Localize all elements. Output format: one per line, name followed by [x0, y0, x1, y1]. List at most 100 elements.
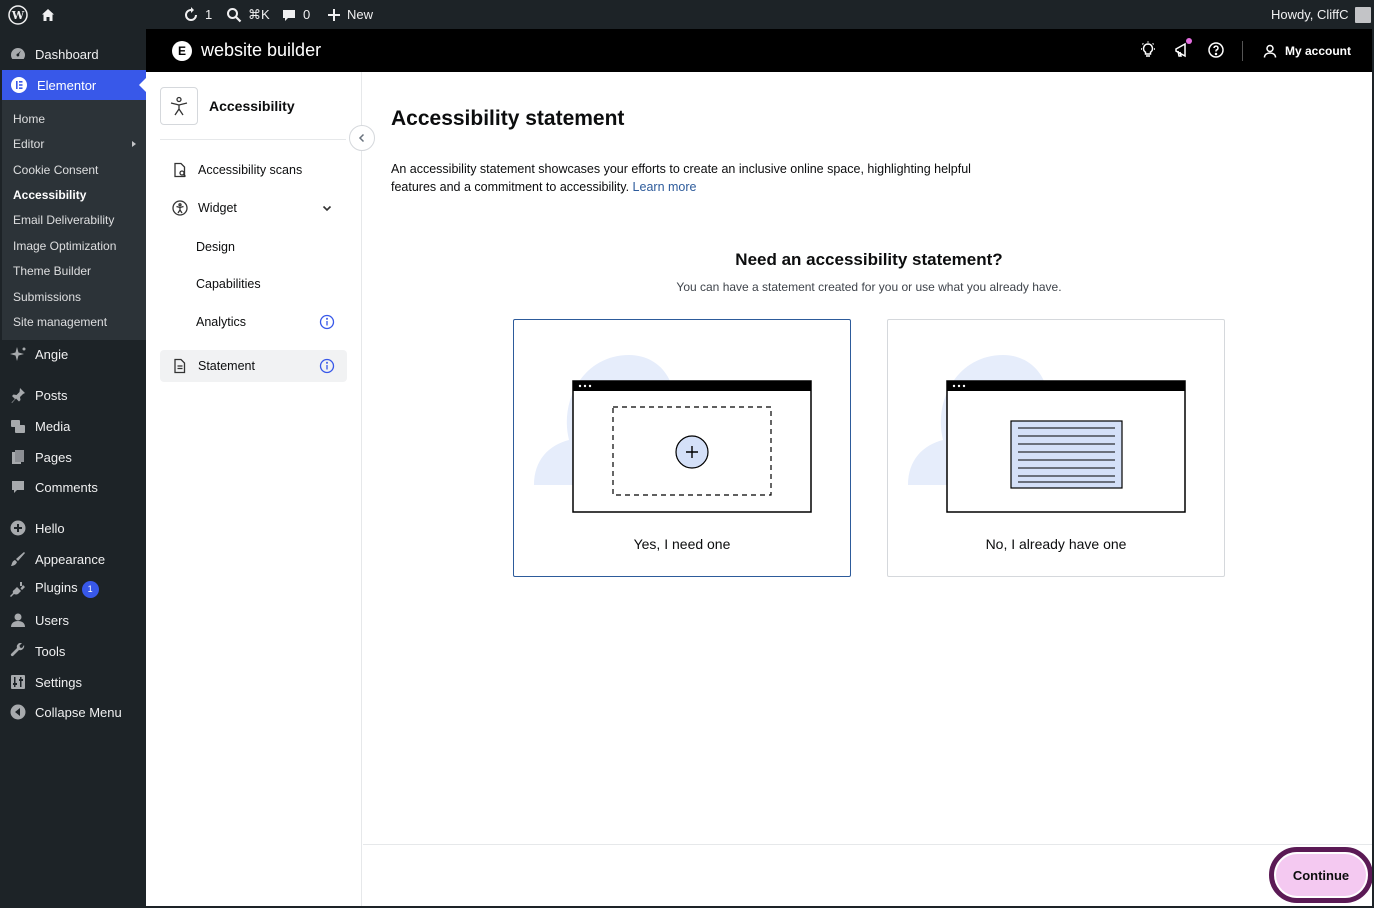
- menu-settings[interactable]: Settings: [2, 667, 146, 697]
- nav-label: Design: [196, 240, 235, 254]
- existing-statement-illustration: [888, 355, 1186, 513]
- menu-label: Hello: [35, 520, 65, 536]
- menu-appearance[interactable]: Appearance: [2, 544, 146, 574]
- user-icon: [11, 613, 25, 627]
- menu-posts[interactable]: Posts: [2, 380, 146, 410]
- plugin-icon: [10, 582, 25, 597]
- collapse-arrow-icon: [10, 704, 26, 720]
- plugins-label: Plugins: [35, 580, 78, 596]
- lightbulb-icon[interactable]: [1139, 41, 1157, 59]
- comment-icon: [12, 481, 24, 493]
- user-icon: [1263, 44, 1277, 58]
- avatar: [1354, 6, 1371, 23]
- menu-label: Collapse Menu: [35, 704, 122, 720]
- menu-label: Angie: [35, 346, 69, 362]
- account-greeting[interactable]: Howdy, CliffC: [1271, 0, 1371, 29]
- question-heading: Need an accessibility statement?: [735, 250, 1003, 269]
- greeting-text: Howdy, CliffC: [1271, 7, 1349, 22]
- menu-label: Users: [35, 612, 69, 628]
- nav-capabilities[interactable]: Capabilities: [160, 268, 347, 300]
- new-item[interactable]: New: [327, 0, 373, 29]
- collapse-panel-button[interactable]: [349, 125, 375, 151]
- nav-analytics[interactable]: Analytics: [160, 306, 347, 338]
- plus-circle-icon: [10, 520, 26, 536]
- my-account-button[interactable]: My account: [1263, 29, 1351, 72]
- info-icon[interactable]: [319, 358, 335, 377]
- nav-label: Analytics: [196, 315, 247, 329]
- menu-pages[interactable]: Pages: [2, 442, 146, 472]
- submenu-theme-builder[interactable]: Theme Builder: [13, 264, 91, 278]
- my-account-label: My account: [1285, 43, 1352, 58]
- accessibility-icon: [172, 200, 188, 216]
- menu-dashboard[interactable]: Dashboard: [2, 39, 146, 69]
- option-no-label: No, I already have one: [985, 536, 1127, 552]
- menu-angie[interactable]: Angie: [2, 339, 146, 369]
- nav-statement[interactable]: Statement: [160, 350, 347, 382]
- search-item[interactable]: ⌘K: [226, 0, 270, 29]
- topbar-divider: [1242, 41, 1243, 61]
- menu-hello[interactable]: Hello: [2, 513, 146, 543]
- info-icon[interactable]: [319, 314, 335, 333]
- menu-label: Elementor: [37, 77, 97, 93]
- pages-icon: [12, 450, 24, 464]
- submenu-email-deliverability[interactable]: Email Deliverability: [13, 213, 114, 227]
- accessibility-panel: Accessibility Accessibility scans Widget…: [146, 72, 375, 906]
- submenu-editor[interactable]: Editor: [13, 137, 44, 151]
- nav-label: Capabilities: [196, 277, 261, 291]
- menu-comments[interactable]: Comments: [2, 472, 146, 502]
- document-icon: [174, 358, 186, 374]
- menu-plugins[interactable]: Plugins 1: [2, 574, 146, 604]
- updates-item[interactable]: 1: [183, 0, 212, 29]
- help-icon[interactable]: [1207, 41, 1225, 59]
- megaphone-icon[interactable]: [1173, 38, 1192, 59]
- menu-users[interactable]: Users: [2, 605, 146, 635]
- admin-bar: W 1 ⌘K 0 New Howdy, CliffC: [2, 0, 1372, 29]
- submenu-image-optimization[interactable]: Image Optimization: [13, 239, 116, 253]
- search-shortcut: ⌘K: [248, 6, 270, 22]
- main-content: Accessibility statement An accessibility…: [363, 72, 1372, 906]
- menu-elementor[interactable]: Elementor: [2, 70, 146, 100]
- comments-item[interactable]: 0: [281, 0, 310, 29]
- chevron-down-icon[interactable]: [321, 202, 333, 217]
- menu-collapse[interactable]: Collapse Menu: [2, 697, 146, 727]
- admin-sidebar: Dashboard Elementor Home Editor Cookie C…: [2, 29, 146, 906]
- submenu-home[interactable]: Home: [13, 112, 45, 126]
- comment-icon: [283, 9, 295, 21]
- pin-icon: [11, 388, 25, 403]
- search-icon: [227, 7, 242, 22]
- home-icon[interactable]: [40, 0, 56, 29]
- nav-label: Accessibility scans: [198, 163, 303, 177]
- menu-label: Comments: [35, 479, 98, 495]
- menu-tools[interactable]: Tools: [2, 636, 146, 666]
- option-yes-card[interactable]: Yes, I need one: [513, 319, 851, 577]
- nav-accessibility-scans[interactable]: Accessibility scans: [160, 154, 347, 186]
- brand: E website builder: [172, 29, 321, 72]
- continue-button[interactable]: Continue: [1276, 854, 1366, 896]
- nav-design[interactable]: Design: [160, 231, 347, 263]
- submenu-cookie-consent[interactable]: Cookie Consent: [13, 163, 98, 177]
- menu-media[interactable]: Media: [2, 411, 146, 441]
- panel-header: Accessibility: [160, 86, 295, 126]
- plugins-update-badge: 1: [81, 580, 99, 598]
- accessibility-person-icon: [160, 87, 198, 125]
- caret-right-icon: [132, 141, 136, 147]
- learn-more-link[interactable]: Learn more: [633, 180, 697, 194]
- submenu-site-management[interactable]: Site management: [13, 315, 107, 329]
- option-yes-label: Yes, I need one: [633, 536, 731, 552]
- submenu-accessibility[interactable]: Accessibility: [13, 188, 86, 202]
- nav-widget[interactable]: Widget: [160, 192, 347, 224]
- updates-count: 1: [205, 7, 213, 22]
- brand-name: website builder: [201, 40, 322, 60]
- question-subtext: You can have a statement created for you…: [676, 280, 1062, 294]
- option-no-card[interactable]: No, I already have one: [887, 319, 1225, 577]
- menu-label: Posts: [35, 387, 68, 403]
- submenu-submissions[interactable]: Submissions: [13, 290, 81, 304]
- sparkle-icon: [10, 347, 26, 361]
- comments-count: 0: [303, 7, 311, 22]
- refresh-icon: [185, 6, 197, 21]
- elementor-logo-icon: E: [172, 40, 192, 61]
- wordpress-logo-icon[interactable]: W: [8, 0, 28, 29]
- new-statement-illustration: [514, 355, 812, 513]
- menu-label: Plugins 1: [35, 580, 99, 598]
- chevron-left-icon: [358, 133, 365, 143]
